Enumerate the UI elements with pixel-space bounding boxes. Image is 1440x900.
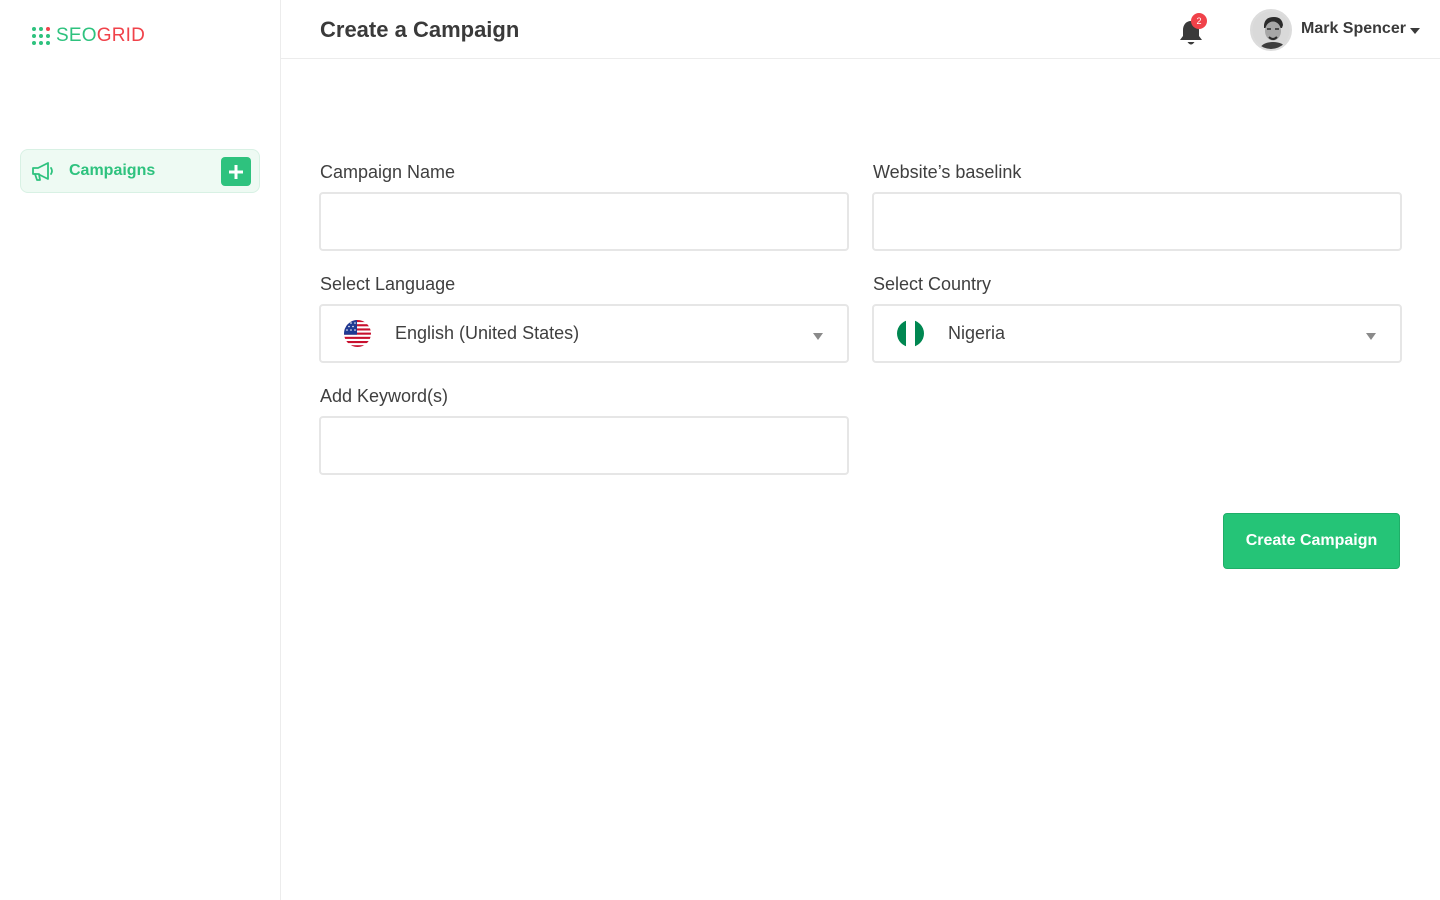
- us-flag-icon: [344, 320, 371, 347]
- logo-dots-icon: [32, 27, 50, 45]
- avatar[interactable]: [1250, 9, 1292, 51]
- dropdown-arrow-icon: [1366, 333, 1376, 340]
- website-baselink-input[interactable]: [872, 192, 1402, 251]
- add-keywords-label: Add Keyword(s): [320, 386, 449, 406]
- select-country-label: Select Country: [873, 274, 992, 294]
- notification-count-badge: 2: [1191, 13, 1207, 29]
- sidebar-item-label: Campaigns: [69, 162, 156, 179]
- megaphone-icon: [30, 160, 56, 182]
- user-menu[interactable]: Mark Spencer: [1301, 20, 1420, 38]
- country-select[interactable]: Nigeria: [872, 304, 1402, 363]
- language-select[interactable]: English (United States): [319, 304, 849, 363]
- nigeria-flag-icon: [897, 320, 924, 347]
- campaign-name-label: Campaign Name: [320, 162, 456, 182]
- user-name: Mark Spencer: [1301, 20, 1406, 37]
- create-campaign-button[interactable]: Create Campaign: [1223, 513, 1400, 569]
- sidebar-item-campaigns[interactable]: Campaigns: [20, 149, 260, 193]
- page-title: Create a Campaign: [320, 17, 520, 42]
- keywords-input[interactable]: [319, 416, 849, 475]
- website-baselink-label: Website’s baselink: [873, 162, 1022, 182]
- campaign-name-input[interactable]: [319, 192, 849, 251]
- logo-text: SEOGRID: [56, 25, 145, 47]
- chevron-down-icon: [1409, 27, 1420, 34]
- logo-text-grid: GRID: [96, 25, 146, 46]
- language-value: English (United States): [395, 323, 580, 343]
- select-language-label: Select Language: [320, 274, 456, 294]
- sidebar: SEOGRID Campaigns: [0, 0, 281, 900]
- dropdown-arrow-icon: [813, 333, 823, 340]
- country-value: Nigeria: [948, 323, 1006, 343]
- plus-icon: [229, 164, 243, 179]
- logo-text-seo: SEO: [56, 25, 97, 46]
- add-campaign-button[interactable]: [221, 157, 251, 186]
- brand-logo[interactable]: SEOGRID: [32, 25, 145, 47]
- top-header: Create a Campaign 2 Mark Spencer: [281, 0, 1440, 59]
